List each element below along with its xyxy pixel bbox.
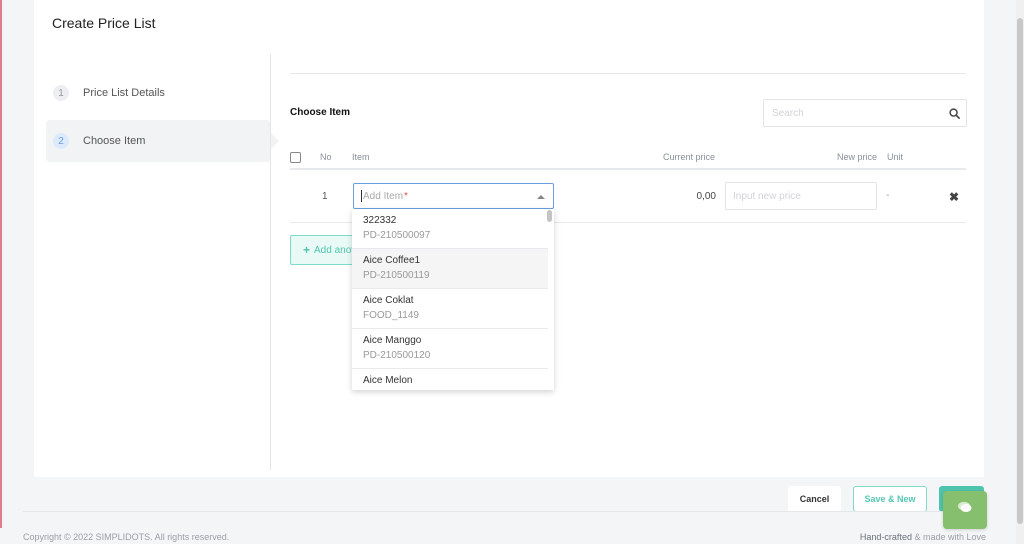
caret-up-icon[interactable] [537, 195, 545, 199]
option-name: Aice Coffee1 [363, 255, 421, 266]
wizard-steps: 1 Price List Details 2 Choose Item [46, 72, 279, 168]
search-icon[interactable] [942, 107, 966, 119]
search-input[interactable] [764, 107, 942, 119]
header-item: Item [352, 152, 370, 162]
remove-row-icon[interactable]: ✖ [949, 190, 959, 204]
item-dropdown-list[interactable]: 322332 PD-210500097 Aice Coffee1 PD-2105… [352, 209, 554, 390]
current-price-value: 0,00 [696, 191, 716, 202]
dropdown-option[interactable]: Aice Coklat FOOD_1149 [352, 289, 548, 329]
plus-icon: + [303, 243, 311, 257]
header-new-price: New price [837, 152, 878, 162]
step-price-list-details[interactable]: 1 Price List Details [46, 72, 271, 114]
section-title: Choose Item [290, 107, 351, 118]
header-unit: Unit [887, 152, 904, 162]
divider [290, 73, 966, 74]
chat-widget-button[interactable] [943, 491, 987, 529]
save-and-new-button[interactable]: Save & New [853, 486, 927, 512]
item-placeholder: Add Item [363, 190, 404, 202]
option-name: 322332 [363, 215, 397, 226]
page-scrollbar-thumb[interactable] [1017, 18, 1023, 524]
chat-bubble-icon [957, 501, 973, 519]
dropdown-option[interactable]: Aice Melon [352, 369, 548, 390]
step-choose-item[interactable]: 2 Choose Item [46, 120, 279, 162]
option-name: Aice Melon [363, 375, 413, 386]
table-header: No Item Current price New price Unit [290, 146, 966, 170]
copyright-text: Copyright © 2022 SIMPLIDOTS. All rights … [23, 532, 230, 542]
row-number: 1 [322, 191, 328, 202]
handcrafted-suffix: & made with Love [911, 532, 986, 542]
step-number: 2 [53, 133, 69, 149]
dropdown-option[interactable]: Aice Coffee1 PD-210500119 [352, 249, 548, 289]
step-number: 1 [53, 85, 69, 101]
header-no: No [320, 152, 332, 162]
cancel-button[interactable]: Cancel [788, 486, 841, 512]
dropdown-option[interactable]: 322332 PD-210500097 [352, 209, 548, 249]
dropdown-scrollbar[interactable] [547, 210, 552, 222]
page-scrollbar-track[interactable] [1016, 0, 1024, 544]
step-label: Price List Details [83, 87, 165, 99]
search-box [763, 99, 967, 127]
option-code: PD-210500119 [363, 270, 430, 281]
option-code: PD-210500120 [363, 350, 431, 361]
select-all-checkbox[interactable] [290, 152, 301, 163]
header-current-price: Current price [663, 152, 716, 162]
unit-value: - [886, 190, 890, 201]
add-item-select[interactable]: Add Item * [353, 183, 554, 209]
dropdown-option[interactable]: Aice Manggo PD-210500120 [352, 329, 548, 369]
option-name: Aice Coklat [363, 295, 414, 306]
new-price-input[interactable] [725, 182, 877, 210]
option-name: Aice Manggo [363, 335, 422, 346]
vertical-divider [270, 54, 271, 470]
left-accent-bar [0, 0, 2, 528]
handcrafted-prefix: Hand-crafted [859, 532, 912, 542]
option-code: PD-210500097 [363, 230, 431, 241]
step-label: Choose Item [83, 135, 146, 147]
required-mark: * [404, 190, 408, 202]
option-code: FOOD_1149 [363, 310, 419, 321]
handcrafted-text: Hand-crafted & made with Love [860, 532, 986, 542]
footer-divider [23, 511, 983, 512]
text-cursor [361, 190, 362, 202]
page-title: Create Price List [52, 15, 156, 31]
